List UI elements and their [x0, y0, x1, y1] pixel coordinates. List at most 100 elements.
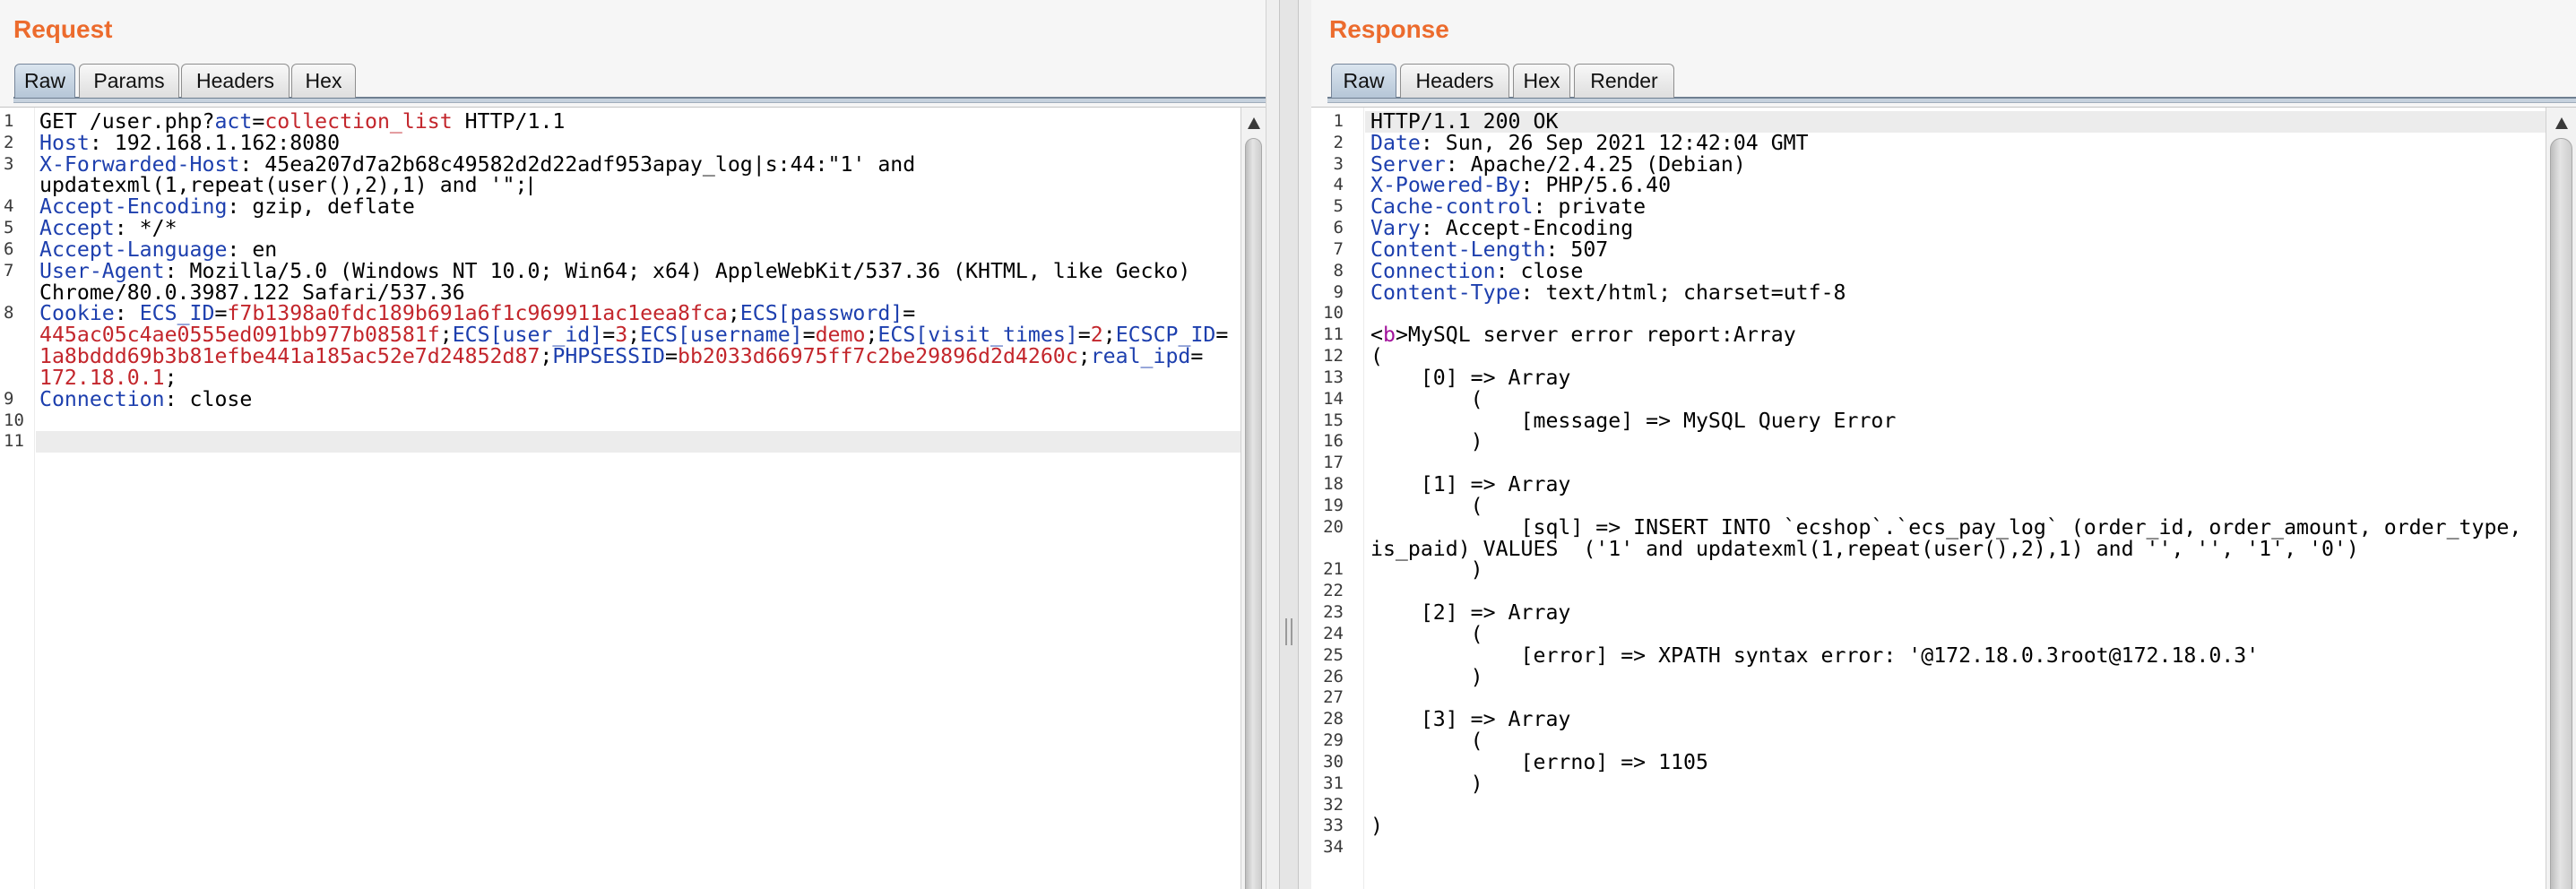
code-row: Connection: close [1370, 260, 2546, 282]
plain-text-token: ) [1370, 557, 1483, 583]
code-line[interactable]: 20 [sql] => INSERT INTO `ecshop`.`ecs_pa… [1311, 516, 2546, 560]
line-number: 19 [1323, 495, 1344, 515]
code-line[interactable]: 6 Accept-Language: en [0, 239, 1240, 261]
request-vertical-scrollbar[interactable] [1240, 108, 1266, 889]
line-number: 28 [1323, 709, 1344, 729]
code-line[interactable]: 7 Content-Length: 507 [1311, 239, 2546, 261]
line-number: 9 [1333, 281, 1344, 302]
code-line[interactable]: 32 [1311, 795, 2546, 816]
code-line[interactable]: 9 Content-Type: text/html; charset=utf-8 [1311, 281, 2546, 304]
code-line[interactable]: 18 [1] => Array [1311, 474, 2546, 496]
code-line[interactable]: 14 ( [1311, 388, 2546, 410]
line-number: 3 [1333, 153, 1344, 174]
code-line[interactable]: 25 [error] => XPATH syntax error: '@172.… [1311, 644, 2546, 667]
code-row [1370, 687, 2546, 709]
splitter-bar[interactable] [1279, 0, 1299, 889]
code-line[interactable]: 29 ( [1311, 730, 2546, 752]
code-row: ) [1370, 816, 2546, 837]
code-line[interactable]: 16 ) [1311, 431, 2546, 453]
code-line[interactable]: 1 HTTP/1.1 200 OK [1311, 111, 2546, 133]
response-editor[interactable]: 1 HTTP/1.1 200 OK 2 Date: Sun, 26 Sep 2021 … [1311, 107, 2576, 889]
response-tab-headers[interactable]: Headers [1400, 64, 1509, 98]
code-line[interactable]: 21 ) [1311, 559, 2546, 581]
plain-text-token: ; [1077, 344, 1091, 369]
code-line[interactable]: 1 GET /user.php?act=collection_list HTTP/… [0, 111, 1240, 133]
response-tab-raw[interactable]: Raw [1331, 64, 1396, 98]
code-line[interactable]: 7 User-Agent: Mozilla/5.0 (Windows NT 10.… [0, 260, 1240, 304]
line-number: 4 [1333, 175, 1344, 195]
code-line[interactable]: 13 [0] => Array [1311, 367, 2546, 389]
plain-text-token: HTTP/1.1 [452, 109, 566, 134]
line-number: 2 [4, 132, 14, 152]
line-number: 4 [4, 196, 14, 217]
code-line[interactable]: 6 Vary: Accept-Encoding [1311, 218, 2546, 239]
response-tab-render[interactable]: Render [1574, 64, 1674, 98]
response-tab-strip [1327, 97, 2576, 103]
code-line[interactable]: 22 [1311, 581, 2546, 602]
request-code-area[interactable]: 1 GET /user.php?act=collection_list HTTP/… [0, 111, 1240, 453]
response-code-area[interactable]: 1 HTTP/1.1 200 OK 2 Date: Sun, 26 Sep 2021 … [1311, 111, 2546, 859]
code-line[interactable]: 17 [1311, 453, 2546, 474]
request-tab-hex[interactable]: Hex [291, 64, 356, 98]
code-line[interactable]: 15 [message] => MySQL Query Error [1311, 410, 2546, 432]
request-scrollbar-thumb[interactable] [1245, 138, 1262, 889]
line-number: 29 [1323, 730, 1344, 751]
response-tab-hex[interactable]: Hex [1513, 64, 1570, 98]
request-tab-params[interactable]: Params [79, 64, 179, 98]
code-line[interactable]: 33) [1311, 816, 2546, 837]
code-row: User-Agent: Mozilla/5.0 (Windows NT 10.0… [39, 260, 1240, 282]
code-row: [0] => Array [1370, 367, 2546, 389]
code-line[interactable]: 12 ( [1311, 346, 2546, 367]
code-line[interactable]: 34 [1311, 837, 2546, 859]
code-line[interactable]: 4 Accept-Encoding: gzip, deflate [0, 196, 1240, 218]
request-tab-raw[interactable]: Raw [14, 64, 75, 98]
code-line[interactable]: 3 X-Forwarded-Host: 45ea207d7a2b68c49582d… [0, 153, 1240, 197]
code-line[interactable]: 8 Connection: close [1311, 260, 2546, 282]
code-line[interactable]: 23 [2] => Array [1311, 602, 2546, 624]
code-row: Cache-control: private [1370, 196, 2546, 218]
code-line[interactable]: 30 [errno] => 1105 [1311, 751, 2546, 773]
code-row [1370, 837, 2546, 859]
code-line[interactable]: 26 ) [1311, 666, 2546, 688]
plain-text-token: ) [1370, 771, 1483, 796]
code-line[interactable]: 5 Accept: */* [0, 218, 1240, 239]
code-line[interactable]: 2 Host: 192.168.1.162:8080 [0, 132, 1240, 154]
line-number: 15 [1323, 410, 1344, 430]
code-line[interactable]: 10 [1311, 303, 2546, 324]
line-number: 1 [4, 111, 14, 131]
code-line[interactable]: 19 ( [1311, 495, 2546, 517]
response-vertical-scrollbar[interactable] [2546, 108, 2576, 889]
line-number: 34 [1323, 837, 1344, 858]
line-number: 22 [1323, 581, 1344, 601]
line-number: 32 [1323, 794, 1344, 815]
scroll-up-arrow-icon[interactable] [2554, 117, 2568, 129]
code-row: Vary: Accept-Encoding [1370, 218, 2546, 239]
request-editor[interactable]: 1 GET /user.php?act=collection_list HTTP/… [0, 107, 1266, 889]
code-line[interactable]: 5 Cache-control: private [1311, 196, 2546, 218]
scroll-up-arrow-icon[interactable] [1247, 117, 1260, 129]
code-line[interactable]: 9 Connection: close [0, 388, 1240, 410]
code-row [1370, 453, 2546, 474]
response-scrollbar-thumb[interactable] [2550, 138, 2572, 889]
line-number: 17 [1323, 453, 1344, 473]
code-line[interactable]: 24 ( [1311, 623, 2546, 645]
line-number: 10 [1323, 303, 1344, 324]
code-line[interactable]: 31 ) [1311, 771, 2546, 796]
panel-splitter[interactable] [1266, 0, 1311, 889]
code-line[interactable]: 28 [3] => Array [1311, 709, 2546, 730]
code-line[interactable]: 10 [0, 410, 1240, 432]
code-line[interactable]: 3 Server: Apache/2.4.25 (Debian) [1311, 153, 2546, 176]
request-tab-headers[interactable]: Headers [181, 64, 290, 98]
line-number: 7 [4, 260, 14, 281]
code-line[interactable]: 4 X-Powered-By: PHP/5.6.40 [1311, 175, 2546, 196]
line-number: 9 [4, 388, 14, 409]
code-line[interactable]: 8 Cookie: ECS_ID=f7b1398a0fdc189b691a6f1c… [0, 303, 1240, 388]
code-line[interactable]: 11 [0, 431, 1240, 453]
code-line[interactable]: 2 Date: Sun, 26 Sep 2021 12:42:04 GMT [1311, 132, 2546, 154]
code-row: ( [1370, 495, 2546, 517]
line-number: 8 [1333, 260, 1344, 281]
code-line[interactable]: 27 [1311, 687, 2546, 709]
code-row: ) [1370, 559, 2546, 581]
code-line[interactable]: 11 <b>MySQL server error report:Array [1311, 324, 2546, 346]
splitter-grip-icon[interactable] [1285, 618, 1292, 645]
